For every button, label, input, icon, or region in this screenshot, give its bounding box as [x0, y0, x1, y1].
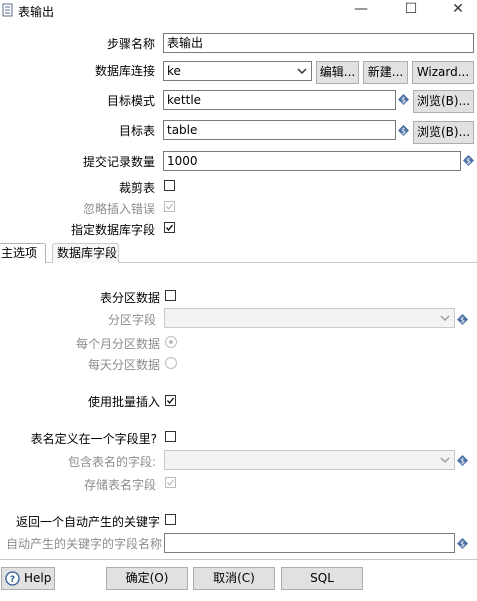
target-table-label: 目标表	[118, 124, 155, 138]
connection-value: ke	[167, 64, 181, 78]
wizard-button[interactable]: Wizard...	[412, 61, 474, 84]
maximize-button[interactable]: ☐	[396, 0, 426, 18]
key-field-name-label: 自动产生的关键字的字段名称	[5, 537, 162, 551]
table-in-field-checkbox[interactable]	[165, 431, 176, 442]
truncate-label: 裁剪表	[118, 181, 155, 195]
cancel-button[interactable]: 取消(C)	[193, 567, 275, 590]
variable-icon[interactable]: $	[398, 125, 409, 136]
daily-partition-label: 每天分区数据	[87, 358, 160, 372]
connection-label: 数据库连接	[94, 64, 155, 78]
checkmark-icon	[166, 479, 175, 487]
close-icon: ✕	[452, 1, 464, 17]
table-in-field-label: 表名定义在一个字段里?	[30, 432, 157, 446]
partition-label: 表分区数据	[99, 291, 160, 305]
chevron-down-icon	[297, 68, 307, 75]
batch-insert-label: 使用批量插入	[87, 395, 160, 409]
ok-button[interactable]: 确定(O)	[106, 567, 188, 590]
ignore-errors-label: 忽略插入错误	[82, 202, 155, 216]
table-name-field-label: 包含表名的字段:	[67, 455, 156, 469]
checkmark-icon	[166, 397, 175, 405]
store-table-name-label: 存储表名字段	[83, 478, 156, 492]
tab-main-options[interactable]: 主选项	[0, 243, 46, 263]
store-table-name-checkbox[interactable]	[165, 477, 176, 488]
commit-size-label: 提交记录数量	[82, 155, 155, 169]
tab-database-fields[interactable]: 数据库字段	[52, 243, 119, 263]
partition-field-select[interactable]	[164, 308, 455, 328]
checkmark-icon	[165, 224, 174, 232]
variable-icon[interactable]: $	[457, 538, 468, 549]
table-name-field-select[interactable]	[164, 450, 455, 470]
target-schema-input[interactable]: kettle	[163, 90, 396, 110]
browse-schema-button[interactable]: 浏览(B)...	[413, 90, 474, 113]
specify-fields-checkbox[interactable]	[164, 222, 175, 233]
minimize-button[interactable]: —	[346, 0, 376, 18]
svg-text:$: $	[401, 96, 406, 105]
daily-partition-radio[interactable]	[165, 357, 177, 369]
key-field-name-input[interactable]	[164, 533, 455, 553]
window-title: 表输出	[18, 5, 55, 19]
partition-checkbox[interactable]	[165, 290, 176, 301]
commit-size-input[interactable]: 1000	[163, 151, 461, 171]
target-schema-label: 目标模式	[106, 94, 155, 108]
svg-text:$: $	[460, 540, 465, 549]
monthly-partition-radio[interactable]	[165, 336, 177, 348]
help-label: Help	[24, 571, 52, 585]
svg-text:$: $	[460, 457, 465, 466]
monthly-partition-label: 每个月分区数据	[75, 337, 160, 351]
variable-icon[interactable]: $	[457, 314, 468, 325]
edit-connection-button[interactable]: 编辑...	[316, 61, 359, 84]
svg-text:$: $	[460, 316, 465, 325]
batch-insert-checkbox[interactable]	[165, 395, 176, 406]
sql-button[interactable]: SQL	[281, 567, 363, 590]
browse-table-button[interactable]: 浏览(B)...	[413, 121, 474, 144]
chevron-down-icon	[440, 457, 450, 464]
help-icon: ?	[5, 571, 20, 586]
variable-icon[interactable]: $	[463, 155, 474, 166]
return-key-label: 返回一个自动产生的关键字	[15, 515, 160, 529]
truncate-checkbox[interactable]	[164, 180, 175, 191]
specify-fields-label: 指定数据库字段	[70, 223, 155, 237]
step-name-label: 步骤名称	[106, 37, 155, 51]
connection-select[interactable]: ke	[163, 61, 312, 81]
minimize-icon: —	[354, 1, 368, 17]
title-bar: 表输出 — ☐ ✕	[0, 0, 477, 22]
close-button[interactable]: ✕	[443, 0, 473, 18]
help-button[interactable]: ? Help	[1, 567, 55, 590]
svg-text:$: $	[401, 127, 406, 136]
ignore-errors-checkbox[interactable]	[164, 201, 175, 212]
variable-icon[interactable]: $	[398, 94, 409, 105]
maximize-icon: ☐	[404, 1, 418, 17]
variable-icon[interactable]: $	[457, 455, 468, 466]
target-table-input[interactable]: table	[163, 120, 396, 140]
svg-text:$: $	[466, 157, 471, 166]
return-key-checkbox[interactable]	[165, 514, 176, 525]
table-output-icon	[2, 3, 13, 17]
chevron-down-icon	[440, 315, 450, 322]
svg-text:?: ?	[10, 575, 15, 585]
step-name-input[interactable]: 表输出	[163, 33, 474, 53]
partition-field-label: 分区字段	[107, 313, 156, 327]
new-connection-button[interactable]: 新建...	[363, 61, 408, 84]
checkmark-icon	[165, 203, 174, 211]
